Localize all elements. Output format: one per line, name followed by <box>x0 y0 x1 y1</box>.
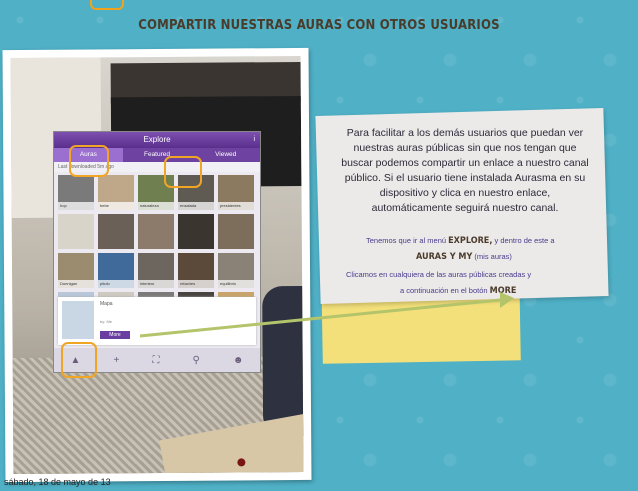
arrow-head <box>500 292 514 308</box>
pointer-arrow <box>139 292 514 338</box>
arrow-line <box>139 298 501 338</box>
footer-date: sábado, 18 de mayo de 13 <box>4 477 111 487</box>
